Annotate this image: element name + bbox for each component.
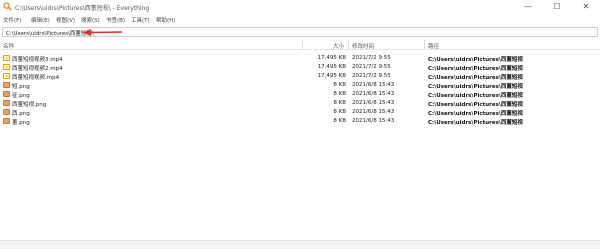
file-modified: 2021/6/8 15:43 bbox=[352, 109, 395, 115]
file-size: 8 KB bbox=[333, 100, 346, 106]
video-file-icon bbox=[3, 64, 10, 70]
file-path: C:\Users\uidrs\Pictures\西董短视 bbox=[428, 75, 523, 81]
maximize-button[interactable]: ☐ bbox=[543, 1, 571, 13]
table-row[interactable]: 董.png 8 KB 2021/6/8 15:43 C:\Users\uidrs… bbox=[0, 117, 600, 126]
file-modified: 2021/6/8 15:43 bbox=[352, 82, 395, 88]
search-input-value: C:\Users\uidrs\Pictures\西董短视\ bbox=[6, 31, 94, 37]
video-file-icon bbox=[3, 55, 10, 61]
image-file-icon bbox=[3, 118, 10, 124]
image-file-icon bbox=[3, 109, 10, 115]
table-row[interactable]: 西.png 8 KB 2021/6/8 15:43 C:\Users\uidrs… bbox=[0, 108, 600, 117]
minimize-button[interactable]: — bbox=[514, 1, 542, 13]
table-row[interactable]: 西董短视视频3.mp4 17,495 KB 2021/7/2 9:55 C:\U… bbox=[0, 54, 600, 63]
file-size: 17,495 KB bbox=[317, 73, 346, 79]
column-divider[interactable] bbox=[348, 40, 349, 49]
file-size: 8 KB bbox=[333, 109, 346, 115]
file-name: 西董短视视频2.mp4 bbox=[12, 66, 63, 72]
file-name: 西.png bbox=[12, 111, 30, 117]
file-size: 8 KB bbox=[333, 82, 346, 88]
results-header: 名称 大小 修改时间 路径 bbox=[0, 40, 600, 50]
file-modified: 2021/7/2 9:55 bbox=[352, 55, 391, 61]
column-name-header[interactable]: 名称 bbox=[3, 42, 14, 50]
column-modified-header[interactable]: 修改时间 bbox=[352, 42, 374, 50]
file-name: 西董短视视频.mp4 bbox=[12, 75, 60, 81]
menu-search[interactable]: 搜索(S) bbox=[81, 16, 100, 24]
file-name: 短.png bbox=[12, 84, 30, 90]
file-modified: 2021/7/2 9:55 bbox=[352, 73, 391, 79]
file-modified: 2021/6/8 15:43 bbox=[352, 91, 395, 97]
menu-bar: 文件(F) 编辑(E) 视图(V) 搜索(S) 书签(B) 工具(T) 帮助(H… bbox=[0, 14, 600, 25]
file-path: C:\Users\uidrs\Pictures\西董短视 bbox=[428, 102, 523, 108]
menu-tools[interactable]: 工具(T) bbox=[131, 16, 150, 24]
file-modified: 2021/7/2 9:55 bbox=[352, 64, 391, 70]
image-file-icon bbox=[3, 100, 10, 106]
file-path: C:\Users\uidrs\Pictures\西董短视 bbox=[428, 120, 523, 126]
title-bar: C:\Users\uidrs\Pictures\西董短视\ - Everythi… bbox=[0, 0, 600, 14]
file-path: C:\Users\uidrs\Pictures\西董短视 bbox=[428, 111, 523, 117]
menu-file[interactable]: 文件(F) bbox=[3, 16, 21, 24]
table-row[interactable]: 征.png 8 KB 2021/6/8 15:43 C:\Users\uidrs… bbox=[0, 90, 600, 99]
file-size: 8 KB bbox=[333, 118, 346, 124]
table-row[interactable]: 西董短视视频.mp4 17,495 KB 2021/7/2 9:55 C:\Us… bbox=[0, 72, 600, 81]
column-divider[interactable] bbox=[424, 40, 425, 49]
menu-view[interactable]: 视图(V) bbox=[56, 16, 75, 24]
file-path: C:\Users\uidrs\Pictures\西董短视 bbox=[428, 57, 523, 63]
status-bar bbox=[0, 240, 600, 249]
column-size-header[interactable]: 大小 bbox=[333, 42, 344, 50]
annotation-arrow-icon bbox=[83, 29, 123, 36]
file-name: 董.png bbox=[12, 120, 30, 126]
file-modified: 2021/6/8 15:43 bbox=[352, 100, 395, 106]
file-name: 西董短视.png bbox=[12, 102, 47, 108]
column-divider[interactable] bbox=[302, 40, 303, 49]
window-title: C:\Users\uidrs\Pictures\西董短视\ - Everythi… bbox=[15, 5, 150, 12]
menu-bookmarks[interactable]: 书签(B) bbox=[106, 16, 125, 24]
menu-edit[interactable]: 编辑(E) bbox=[31, 16, 50, 24]
menu-help[interactable]: 帮助(H) bbox=[156, 16, 175, 24]
image-file-icon bbox=[3, 91, 10, 97]
file-name: 西董短视视频3.mp4 bbox=[12, 57, 63, 63]
table-row[interactable]: 短.png 8 KB 2021/6/8 15:43 C:\Users\uidrs… bbox=[0, 81, 600, 90]
file-path: C:\Users\uidrs\Pictures\西董短视 bbox=[428, 66, 523, 72]
table-row[interactable]: 西董短视.png 8 KB 2021/6/8 15:43 C:\Users\ui… bbox=[0, 99, 600, 108]
column-path-header[interactable]: 路径 bbox=[428, 42, 439, 50]
file-name: 征.png bbox=[12, 93, 30, 99]
file-size: 8 KB bbox=[333, 91, 346, 97]
file-path: C:\Users\uidrs\Pictures\西董短视 bbox=[428, 93, 523, 99]
file-size: 17,495 KB bbox=[317, 55, 346, 61]
file-modified: 2021/6/8 15:43 bbox=[352, 118, 395, 124]
table-row[interactable]: 西董短视视频2.mp4 17,495 KB 2021/7/2 9:55 C:\U… bbox=[0, 63, 600, 72]
image-file-icon bbox=[3, 82, 10, 88]
file-size: 17,495 KB bbox=[317, 64, 346, 70]
video-file-icon bbox=[3, 73, 10, 79]
file-path: C:\Users\uidrs\Pictures\西董短视 bbox=[428, 84, 523, 90]
everything-search-icon bbox=[3, 2, 12, 11]
close-button[interactable]: ✕ bbox=[572, 1, 600, 13]
